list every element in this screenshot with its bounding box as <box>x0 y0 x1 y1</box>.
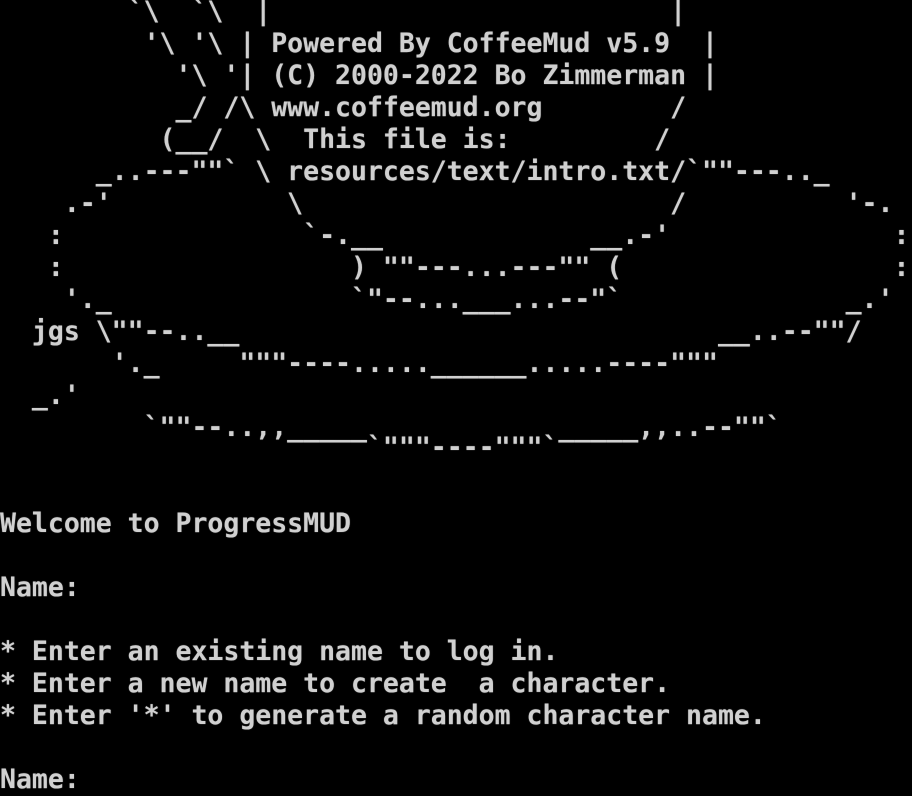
banner-line: jgs \""--..__ __..--""/ <box>0 316 862 347</box>
banner-line: (__/ \ This file is: / <box>0 124 671 155</box>
banner-line: _.' <box>0 380 80 411</box>
banner-line: `"""----"""` <box>0 432 559 463</box>
banner-line: '._ """----.....______.....----""" <box>0 348 718 379</box>
banner-line: '\ '| (C) 2000-2022 Bo Zimmerman | <box>0 60 718 91</box>
help-line: * Enter an existing name to log in. <box>0 636 559 667</box>
name-prompt: Name: <box>0 572 80 603</box>
terminal-window[interactable]: `\ `\ | | '\ '\ | Powered By CoffeeMud v… <box>0 0 912 796</box>
banner-line: _..---""` \ resources/text/intro.txt/`""… <box>0 156 830 187</box>
help-line: * Enter a new name to create a character… <box>0 668 671 699</box>
welcome-message: Welcome to ProgressMUD <box>0 508 351 539</box>
banner-line: : ) ""---...---"" ( : <box>0 252 910 283</box>
name-input-line[interactable]: Name: <box>0 764 80 796</box>
banner-line: _/ /\ www.coffeemud.org / <box>0 92 687 123</box>
banner-line: : `-.__ __.-' : <box>0 220 910 251</box>
banner-line: .-' \ / '-. <box>0 188 894 219</box>
banner-line: `\ `\ | | <box>0 0 687 27</box>
banner-line: '._ `"--...___...--"` _.' <box>0 284 894 315</box>
name-prompt-current: Name: <box>0 764 80 795</box>
help-line: * Enter '*' to generate a random charact… <box>0 700 766 731</box>
banner-line: '\ '\ | Powered By CoffeeMud v5.9 | <box>0 28 718 59</box>
